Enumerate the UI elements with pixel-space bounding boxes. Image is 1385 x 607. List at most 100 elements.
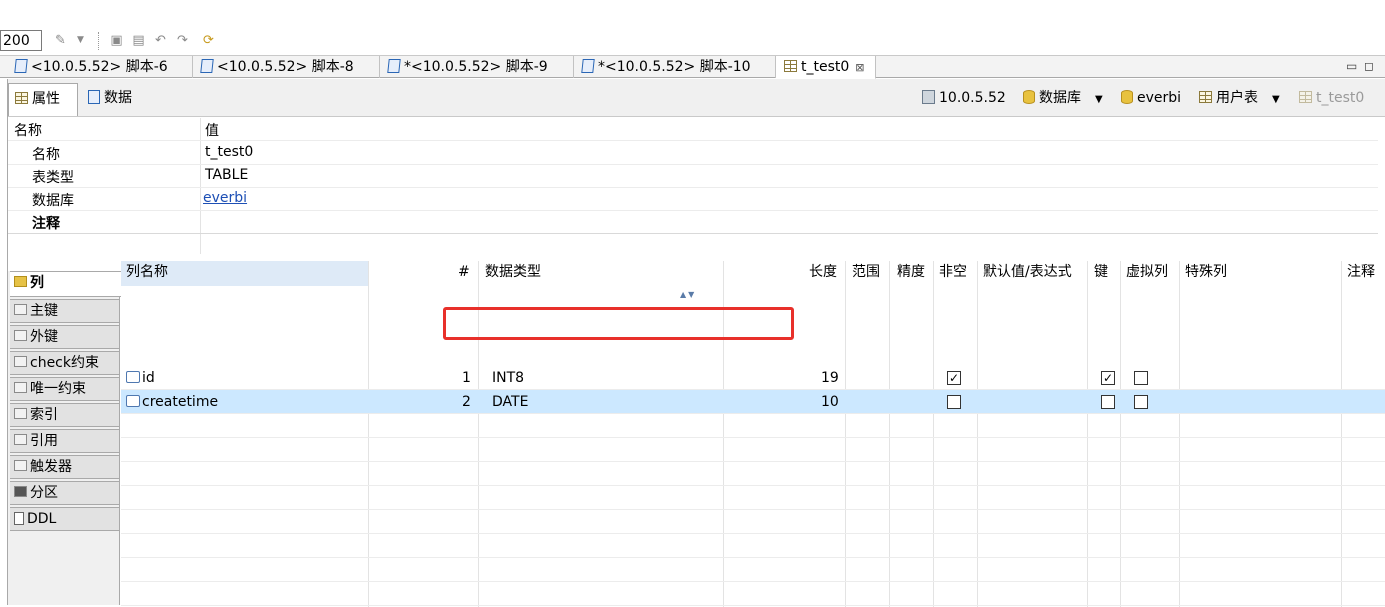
tab-label: *<10.0.5.52> 脚本-10 <box>598 59 751 75</box>
breadcrumb-database-type[interactable]: 数据库 ▼ <box>1023 79 1103 117</box>
table-row[interactable]: createtime 2 DATE 10 <box>121 390 1385 414</box>
vtab-ddl[interactable]: DDL <box>10 507 120 531</box>
tab-properties[interactable]: 属性 <box>8 83 78 116</box>
property-row[interactable]: 名称 t_test0 <box>8 142 1378 165</box>
tab-script-9[interactable]: *<10.0.5.52> 脚本-9 <box>380 56 574 78</box>
toolbar-separator <box>98 32 99 50</box>
breadcrumb-table: t_test0 <box>1299 79 1364 117</box>
not-null-checkbox[interactable] <box>947 395 961 409</box>
vtab-columns[interactable]: 列 <box>10 271 121 297</box>
header-number[interactable]: # <box>458 261 478 286</box>
cell-data-type[interactable]: INT8 <box>492 366 524 390</box>
vtab-partitions[interactable]: 分区 <box>10 481 120 505</box>
empty-row <box>121 462 1385 486</box>
cell-number[interactable]: 2 <box>462 390 471 414</box>
main-toolbar: ✎ ▼ ▣ ▤ ↶ ↷ ⟳ <box>0 27 1385 54</box>
maximize-icon[interactable]: ◻ <box>1364 59 1374 73</box>
tab-script-8[interactable]: <10.0.5.52> 脚本-8 <box>193 56 380 78</box>
tab-script-10[interactable]: *<10.0.5.52> 脚本-10 <box>574 56 776 78</box>
header-virtual[interactable]: 虚拟列 <box>1126 261 1178 286</box>
vtab-label: 唯一约束 <box>30 381 86 397</box>
property-row[interactable]: 表类型 TABLE <box>8 165 1378 188</box>
header-special[interactable]: 特殊列 <box>1185 261 1245 286</box>
vtab-label: 分区 <box>30 485 58 501</box>
header-comment[interactable]: 注释 <box>1347 261 1383 286</box>
save-as-icon[interactable]: ▤ <box>130 32 147 49</box>
save-icon[interactable]: ▣ <box>108 32 125 49</box>
editor-tab-bar: <10.0.5.52> 脚本-6 <10.0.5.52> 脚本-8 *<10.0… <box>0 55 1385 79</box>
empty-row <box>121 486 1385 510</box>
tab-data[interactable]: 数据 <box>82 83 144 116</box>
table-row[interactable]: id 1 INT8 19 ✓ ✓ <box>121 366 1385 390</box>
header-range[interactable]: 范围 <box>852 261 886 286</box>
cell-length[interactable]: 10 <box>821 390 839 414</box>
vtab-unique-constraint[interactable]: 唯一约束 <box>10 377 120 401</box>
key-checkbox[interactable] <box>1101 395 1115 409</box>
chevron-down-icon[interactable]: ▼ <box>1272 94 1280 105</box>
not-null-checkbox[interactable]: ✓ <box>947 371 961 385</box>
table-icon <box>784 60 797 72</box>
refresh-icon[interactable]: ⟳ <box>200 32 217 49</box>
zoom-input[interactable] <box>0 30 42 51</box>
server-icon <box>922 90 935 104</box>
run-script-icon[interactable]: ✎ <box>52 32 69 49</box>
tab-label: <10.0.5.52> 脚本-6 <box>31 59 168 75</box>
database-label: everbi <box>1137 90 1182 106</box>
vtab-foreign-key[interactable]: 外键 <box>10 325 120 349</box>
document-icon <box>14 512 24 525</box>
tab-label: <10.0.5.52> 脚本-8 <box>217 59 354 75</box>
folder-icon <box>14 304 27 315</box>
header-key[interactable]: 键 <box>1094 261 1118 286</box>
chevron-down-icon[interactable]: ▼ <box>72 32 89 49</box>
header-data-type[interactable]: 数据类型 <box>485 261 715 286</box>
cell-column-name[interactable]: createtime <box>126 390 218 414</box>
header-column-name[interactable]: 列名称 <box>121 261 368 286</box>
cell-data-type[interactable]: DATE <box>492 390 528 414</box>
header-length[interactable]: 长度 <box>809 261 843 286</box>
redo-icon[interactable]: ↷ <box>174 32 191 49</box>
property-row[interactable]: 数据库 everbi <box>8 188 1378 211</box>
tab-script-6[interactable]: <10.0.5.52> 脚本-6 <box>7 56 193 78</box>
cell-number[interactable]: 1 <box>462 366 471 390</box>
key-checkbox[interactable]: ✓ <box>1101 371 1115 385</box>
chevron-down-icon[interactable]: ▼ <box>1095 94 1103 105</box>
column-icon <box>126 395 140 407</box>
database-icon <box>1121 90 1133 104</box>
table-icon <box>1299 91 1312 103</box>
header-not-null[interactable]: 非空 <box>939 261 975 286</box>
cell-length[interactable]: 19 <box>821 366 839 390</box>
database-link[interactable]: everbi <box>203 190 247 206</box>
virtual-checkbox[interactable] <box>1134 395 1148 409</box>
vtab-index[interactable]: 索引 <box>10 403 120 427</box>
partition-icon <box>14 486 27 497</box>
breadcrumb-table-type[interactable]: 用户表 ▼ <box>1199 79 1280 117</box>
header-precision[interactable]: 精度 <box>897 261 931 286</box>
key-column-icon <box>126 371 140 383</box>
undo-icon[interactable]: ↶ <box>152 32 169 49</box>
script-icon <box>387 59 401 73</box>
folder-icon <box>14 276 27 287</box>
vtab-label: 引用 <box>30 433 58 449</box>
table-type-label: 用户表 <box>1216 90 1258 106</box>
property-row[interactable]: 注释 <box>8 211 1378 234</box>
close-icon[interactable]: ⊠ <box>855 61 864 74</box>
column-name-text: id <box>142 370 155 386</box>
script-icon <box>581 59 595 73</box>
highlight-annotation <box>443 307 794 340</box>
vtab-triggers[interactable]: 触发器 <box>10 455 120 479</box>
empty-row <box>121 438 1385 462</box>
vtab-label: 索引 <box>30 407 58 423</box>
empty-row <box>121 510 1385 534</box>
breadcrumb-database[interactable]: everbi <box>1121 79 1181 117</box>
vtab-check-constraint[interactable]: check约束 <box>10 351 120 375</box>
header-default-expression[interactable]: 默认值/表达式 <box>983 261 1085 286</box>
vtab-primary-key[interactable]: 主键 <box>10 299 120 323</box>
cell-column-name[interactable]: id <box>126 366 155 390</box>
empty-row <box>121 582 1385 606</box>
vtab-references[interactable]: 引用 <box>10 429 120 453</box>
property-value: t_test0 <box>205 144 254 160</box>
virtual-checkbox[interactable] <box>1134 371 1148 385</box>
tab-t-test0[interactable]: t_test0 ⊠ <box>776 56 876 79</box>
minimize-icon[interactable]: ▭ <box>1346 59 1357 73</box>
breadcrumb-server[interactable]: 10.0.5.52 <box>922 79 1006 117</box>
